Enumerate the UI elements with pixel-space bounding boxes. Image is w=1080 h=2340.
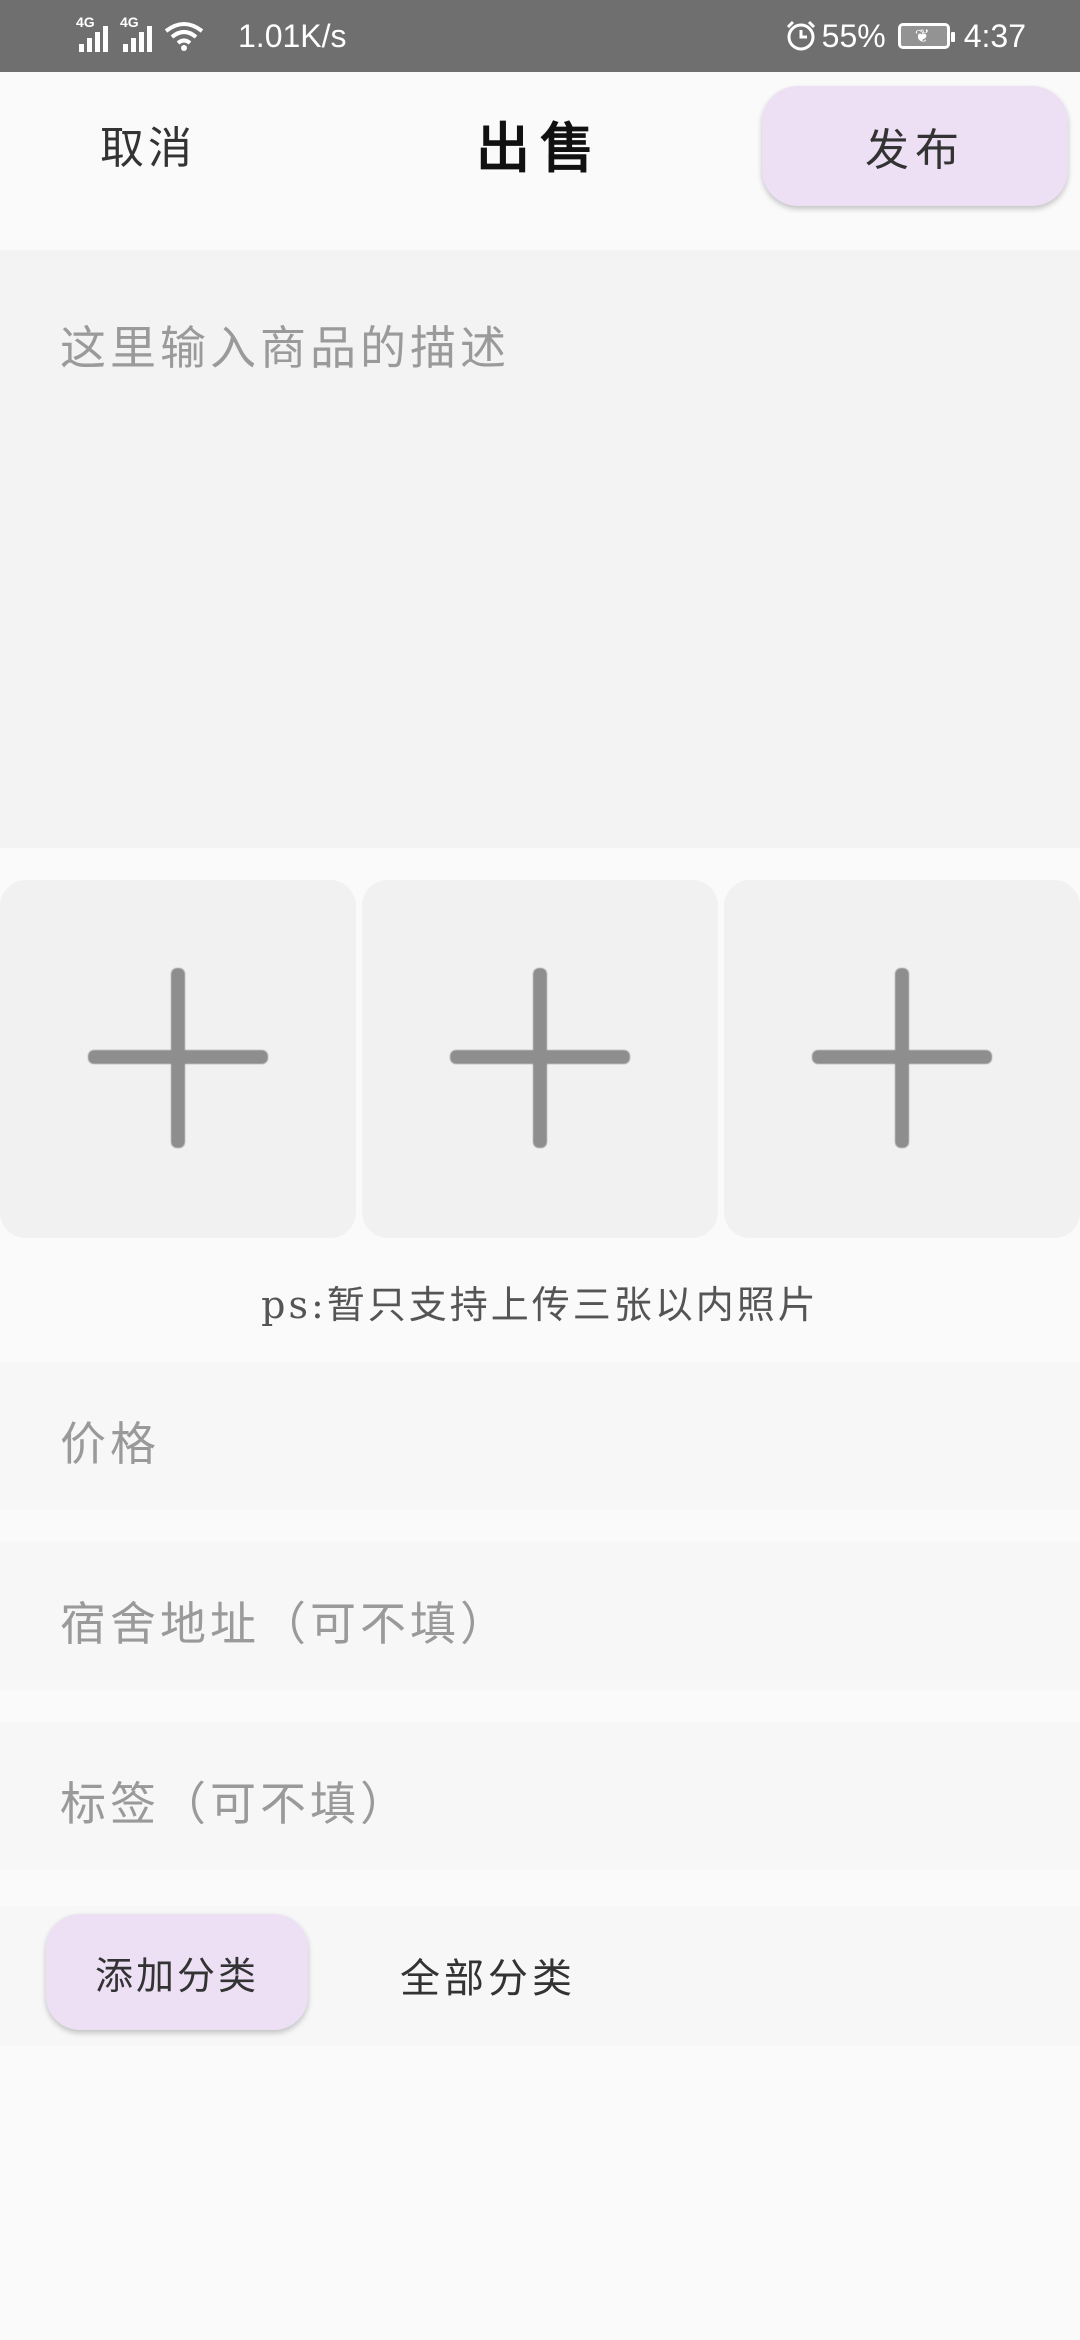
- category-row: 添加分类 全部分类: [0, 1906, 1080, 2046]
- price-input[interactable]: 价格: [0, 1362, 1080, 1510]
- signal-icon: 4G: [76, 14, 108, 52]
- publish-button[interactable]: 发布: [762, 86, 1068, 206]
- dorm-address-input[interactable]: 宿舍地址（可不填）: [0, 1542, 1080, 1690]
- add-photo-slot-3[interactable]: [724, 880, 1080, 1238]
- description-placeholder: 这里输入商品的描述: [60, 321, 510, 375]
- battery-percent: 55%: [821, 17, 886, 54]
- tag-input[interactable]: 标签（可不填）: [0, 1722, 1080, 1870]
- wifi-icon: [164, 22, 204, 51]
- leaf-icon: ❦: [914, 26, 930, 46]
- network-type-1: 4G: [76, 14, 95, 30]
- clock: 4:37: [963, 17, 1026, 54]
- signal-icon-2: 4G: [120, 14, 152, 52]
- network-type-2: 4G: [120, 14, 139, 30]
- battery-icon: ❦: [897, 23, 955, 49]
- dorm-address-placeholder: 宿舍地址（可不填）: [60, 1597, 510, 1651]
- status-left: 4G 4G 1.01K/s: [76, 14, 347, 58]
- top-bar: 取消 出售 发布: [0, 72, 1080, 250]
- status-right: 55% ❦ 4:37: [784, 14, 1026, 58]
- add-photo-slot-1[interactable]: [0, 880, 356, 1238]
- photo-hint: ps:暂只支持上传三张以内照片: [261, 1283, 819, 1327]
- tag-placeholder: 标签（可不填）: [60, 1777, 410, 1831]
- add-category-button[interactable]: 添加分类: [46, 1914, 308, 2030]
- price-placeholder: 价格: [60, 1417, 160, 1471]
- description-input[interactable]: 这里输入商品的描述: [0, 250, 1080, 848]
- alarm-icon: [786, 20, 815, 51]
- net-speed: 1.01K/s: [238, 17, 347, 54]
- status-bar: 4G 4G 1.01K/s 55% ❦ 4:37: [0, 0, 1080, 72]
- all-categories-button[interactable]: 全部分类: [400, 1946, 576, 2004]
- add-photo-slot-2[interactable]: [362, 880, 718, 1238]
